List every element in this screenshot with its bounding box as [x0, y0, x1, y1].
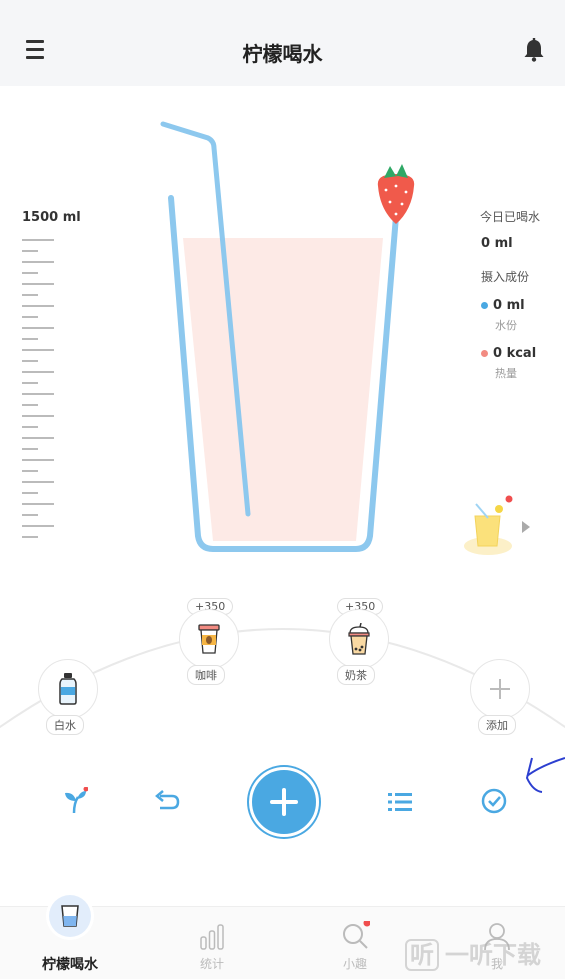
check-button[interactable] — [479, 786, 509, 816]
drink-water-label[interactable]: 白水 — [46, 715, 84, 735]
list-button[interactable] — [385, 788, 415, 816]
tab-fun-label: 小趣 — [342, 957, 367, 971]
intake-label: 摄入成份 — [481, 270, 530, 284]
drink-milktea-label[interactable]: 奶茶 — [337, 665, 375, 685]
undo-icon — [155, 790, 180, 810]
glass-liquid — [183, 238, 383, 541]
calorie-dot — [481, 350, 488, 357]
drink-coffee-label[interactable]: 咖啡 — [187, 665, 225, 685]
calorie-label: 热量 — [495, 367, 517, 380]
coffee-cup-icon — [198, 624, 220, 654]
sprout-icon — [65, 787, 88, 814]
watermark-text: 一听下载 — [445, 941, 541, 969]
page-title: 柠檬喝水 — [242, 42, 323, 66]
water-label: 水份 — [495, 319, 517, 332]
drink-milktea-button[interactable] — [329, 609, 389, 669]
tab-fun[interactable]: 小趣 — [305, 907, 405, 979]
drink-water-button[interactable] — [38, 659, 98, 719]
tab-stats[interactable]: 统计 — [162, 907, 262, 979]
annotation-arrow — [525, 757, 565, 793]
tab-drink-label: 柠檬喝水 — [42, 957, 98, 973]
watermark: 听一听下载 — [405, 935, 541, 971]
add-water-button[interactable] — [249, 767, 319, 837]
app-header: 柠檬喝水 — [0, 0, 565, 86]
milk-tea-icon — [348, 623, 370, 655]
plus-icon — [490, 679, 510, 699]
scale-max-label: 1500 ml — [22, 210, 81, 225]
add-icon — [270, 788, 298, 816]
undo-button[interactable] — [152, 786, 182, 816]
calorie-value: 0 kcal — [493, 346, 537, 361]
watermark-logo: 听 — [405, 939, 439, 971]
calorie-value-row: 0 kcal — [481, 346, 545, 361]
tab-drink[interactable]: 柠檬喝水 — [20, 892, 120, 979]
add-drink-label[interactable]: 添加 — [478, 715, 516, 735]
water-dot — [481, 302, 488, 309]
strawberry-icon — [377, 164, 415, 224]
search-icon — [343, 921, 370, 949]
today-label: 今日已喝水 — [480, 210, 541, 224]
next-arrow-icon[interactable] — [522, 521, 530, 533]
bar-chart-icon — [200, 924, 224, 950]
lemonade-icon[interactable] — [464, 495, 513, 556]
water-bottle-icon — [59, 673, 77, 705]
sprout-button[interactable] — [60, 786, 90, 816]
volume-scale — [22, 239, 54, 538]
drink-coffee-button[interactable] — [179, 609, 239, 669]
bell-icon[interactable] — [523, 38, 545, 62]
tab-stats-label: 统计 — [199, 957, 224, 971]
add-drink-button[interactable] — [470, 659, 530, 719]
water-value: 0 ml — [493, 298, 525, 313]
check-icon — [481, 788, 507, 814]
drink-cup-icon — [46, 892, 94, 940]
today-value: 0 ml — [481, 236, 513, 251]
water-value-row: 0 ml — [481, 298, 545, 313]
list-icon — [388, 793, 412, 811]
